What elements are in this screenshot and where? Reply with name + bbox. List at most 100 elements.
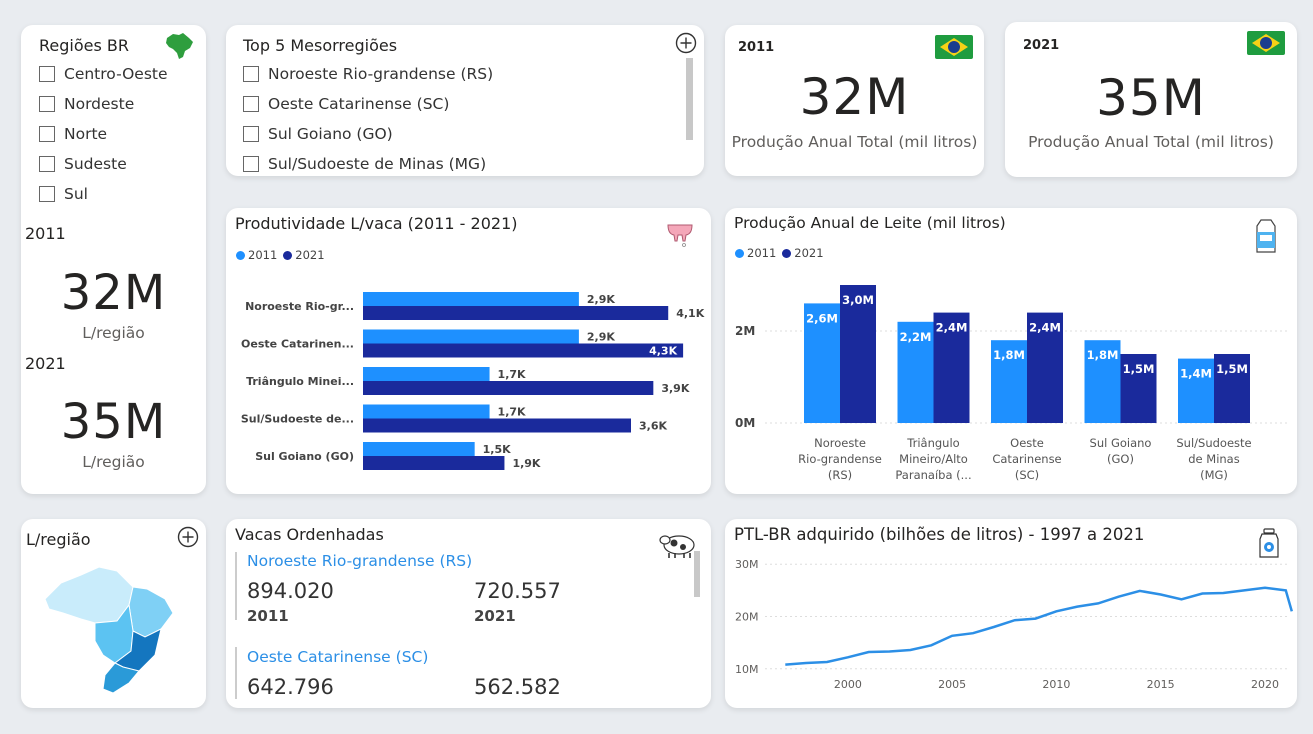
checkbox-label: Norte [64, 125, 108, 143]
map-region-nordeste [128, 586, 174, 638]
meso-title: Top 5 Mesorregiões [243, 36, 398, 55]
bar-2021[interactable] [363, 456, 505, 470]
productivity-bar-chart: Noroeste Rio-gr... 2,9K 4,1K Oeste Catarine… [241, 292, 705, 470]
data-label: 2,4M [936, 321, 968, 335]
cow-icon [659, 535, 695, 558]
checkbox[interactable] [39, 96, 55, 112]
regions-2011-value: 32M [60, 265, 167, 321]
cows-entry-value-2011: 894.020 [247, 579, 334, 603]
productivity-legend: 2011 2021 [236, 248, 325, 262]
bar-2021[interactable] [363, 418, 631, 433]
production-chart-card: Produção Anual de Leite (mil litros) 201… [725, 208, 1297, 494]
bar-2011[interactable] [363, 404, 490, 419]
kpi-2011-value: 32M [799, 68, 910, 126]
add-circle-icon[interactable] [675, 32, 697, 54]
data-label: 1,4M [1180, 367, 1212, 381]
production-bar-chart: 0M 2M 2,6M 3,0M Noroeste Rio-grandense (RS) 2,2… [735, 285, 1287, 482]
checkbox[interactable] [39, 66, 55, 82]
checkbox-label: Centro-Oeste [64, 65, 168, 83]
y-tick-label: Noroeste Rio-gr... [245, 300, 354, 313]
bar-2021[interactable] [363, 306, 669, 320]
checkbox[interactable] [243, 126, 259, 142]
region-checkbox-item[interactable]: Nordeste [39, 95, 134, 113]
checkbox[interactable] [243, 66, 259, 82]
data-label: 1,5M [1123, 362, 1155, 376]
region-checkbox-item[interactable]: Centro-Oeste [39, 65, 168, 83]
add-circle-icon[interactable] [177, 526, 199, 548]
legend-dot-2021 [782, 248, 792, 258]
data-label: 4,3K [649, 345, 677, 358]
legend-dot-2011 [236, 250, 245, 260]
productivity-chart-title: Produtividade L/vaca (2011 - 2021) [235, 214, 518, 233]
udder-icon [667, 224, 693, 247]
legend-label-2021: 2021 [295, 248, 325, 262]
data-label: 1,8M [1087, 348, 1119, 362]
meso-checkbox-item[interactable]: Sul/Sudoeste de Minas (MG) [243, 155, 486, 173]
region-checkbox-item[interactable]: Sul [39, 185, 88, 203]
y-tick-label: Oeste Catarinen... [241, 338, 354, 351]
x-tick-label: (MG) [1200, 468, 1228, 482]
checkbox[interactable] [39, 156, 55, 172]
data-label: 2,6M [806, 311, 838, 325]
checkbox-label: Sul [64, 185, 88, 203]
data-label: 3,0M [842, 293, 874, 307]
cows-divider-1 [235, 552, 237, 620]
legend-label-2011: 2011 [248, 248, 278, 262]
x-tick-label: Rio-grandense [798, 452, 882, 466]
kpi-2021-value: 35M [1096, 69, 1206, 127]
production-chart-title: Produção Anual de Leite (mil litros) [734, 214, 1006, 232]
regions-2011-label: 2011 [25, 224, 66, 243]
x-tick-label: Sul/Sudoeste [1176, 436, 1251, 450]
cows-title: Vacas Ordenhadas [235, 525, 384, 544]
ptl-chart-title: PTL-BR adquirido (bilhões de litros) - 1… [734, 525, 1145, 544]
bar-2011[interactable] [363, 367, 490, 381]
legend-label-2021: 2021 [794, 246, 824, 260]
regions-2021-value: 35M [60, 394, 167, 450]
bar-2021[interactable] [363, 381, 654, 395]
region-checkbox-item[interactable]: Sudeste [39, 155, 127, 173]
checkbox[interactable] [39, 126, 55, 142]
cows-entry-name: Oeste Catarinense (SC) [247, 648, 429, 666]
milk-carton-icon [1256, 219, 1276, 253]
series-line[interactable] [785, 586, 1294, 666]
data-label: 1,5K [483, 443, 511, 456]
map-region-norte [44, 566, 134, 624]
brazil-choropleth-map[interactable] [41, 559, 181, 699]
checkbox[interactable] [39, 186, 55, 202]
regions-2011-unit: L/região [82, 324, 145, 342]
data-label: 1,8M [993, 348, 1025, 362]
production-legend: 2011 2021 [735, 246, 824, 260]
x-tick-label: 2005 [938, 678, 966, 691]
cows-divider-2 [235, 647, 237, 699]
x-tick-label: Oeste [1010, 436, 1044, 450]
checkbox[interactable] [243, 156, 259, 172]
data-label: 3,6K [639, 420, 667, 433]
region-checkbox-item[interactable]: Norte [39, 125, 107, 143]
x-tick-label: Noroeste [814, 436, 866, 450]
meso-scrollbar[interactable] [686, 58, 693, 140]
cows-card: Vacas Ordenhadas Noroeste Rio-grandense … [226, 519, 711, 708]
x-tick-label: de Minas [1188, 452, 1239, 466]
map-card: L/região [21, 519, 206, 708]
cows-scrollbar[interactable] [694, 551, 700, 597]
ptl-chart-card: PTL-BR adquirido (bilhões de litros) - 1… [725, 519, 1297, 708]
bar-2011[interactable] [363, 292, 579, 306]
bar-2011[interactable] [363, 329, 579, 344]
bar-2021[interactable] [363, 343, 684, 358]
data-label: 2,4M [1029, 321, 1061, 335]
data-label: 2,2M [900, 330, 932, 344]
bar-2011[interactable] [363, 442, 475, 456]
data-label: 1,7K [498, 406, 526, 419]
x-tick-label: Catarinense [992, 452, 1061, 466]
meso-checkbox-item[interactable]: Sul Goiano (GO) [243, 125, 393, 143]
y-tick-label: 10M [735, 663, 759, 676]
data-label: 1,5M [1216, 362, 1248, 376]
meso-checkbox-item[interactable]: Oeste Catarinense (SC) [243, 95, 449, 113]
x-tick-label: Mineiro/Alto [899, 452, 968, 466]
x-tick-label: Sul Goiano [1090, 436, 1152, 450]
kpi-2011-label: Produção Anual Total (mil litros) [731, 133, 978, 151]
cows-entry-year-2021: 2021 [474, 607, 516, 625]
checkbox[interactable] [243, 96, 259, 112]
meso-checkbox-item[interactable]: Noroeste Rio-grandense (RS) [243, 65, 493, 83]
x-tick-label: 2020 [1251, 678, 1279, 691]
